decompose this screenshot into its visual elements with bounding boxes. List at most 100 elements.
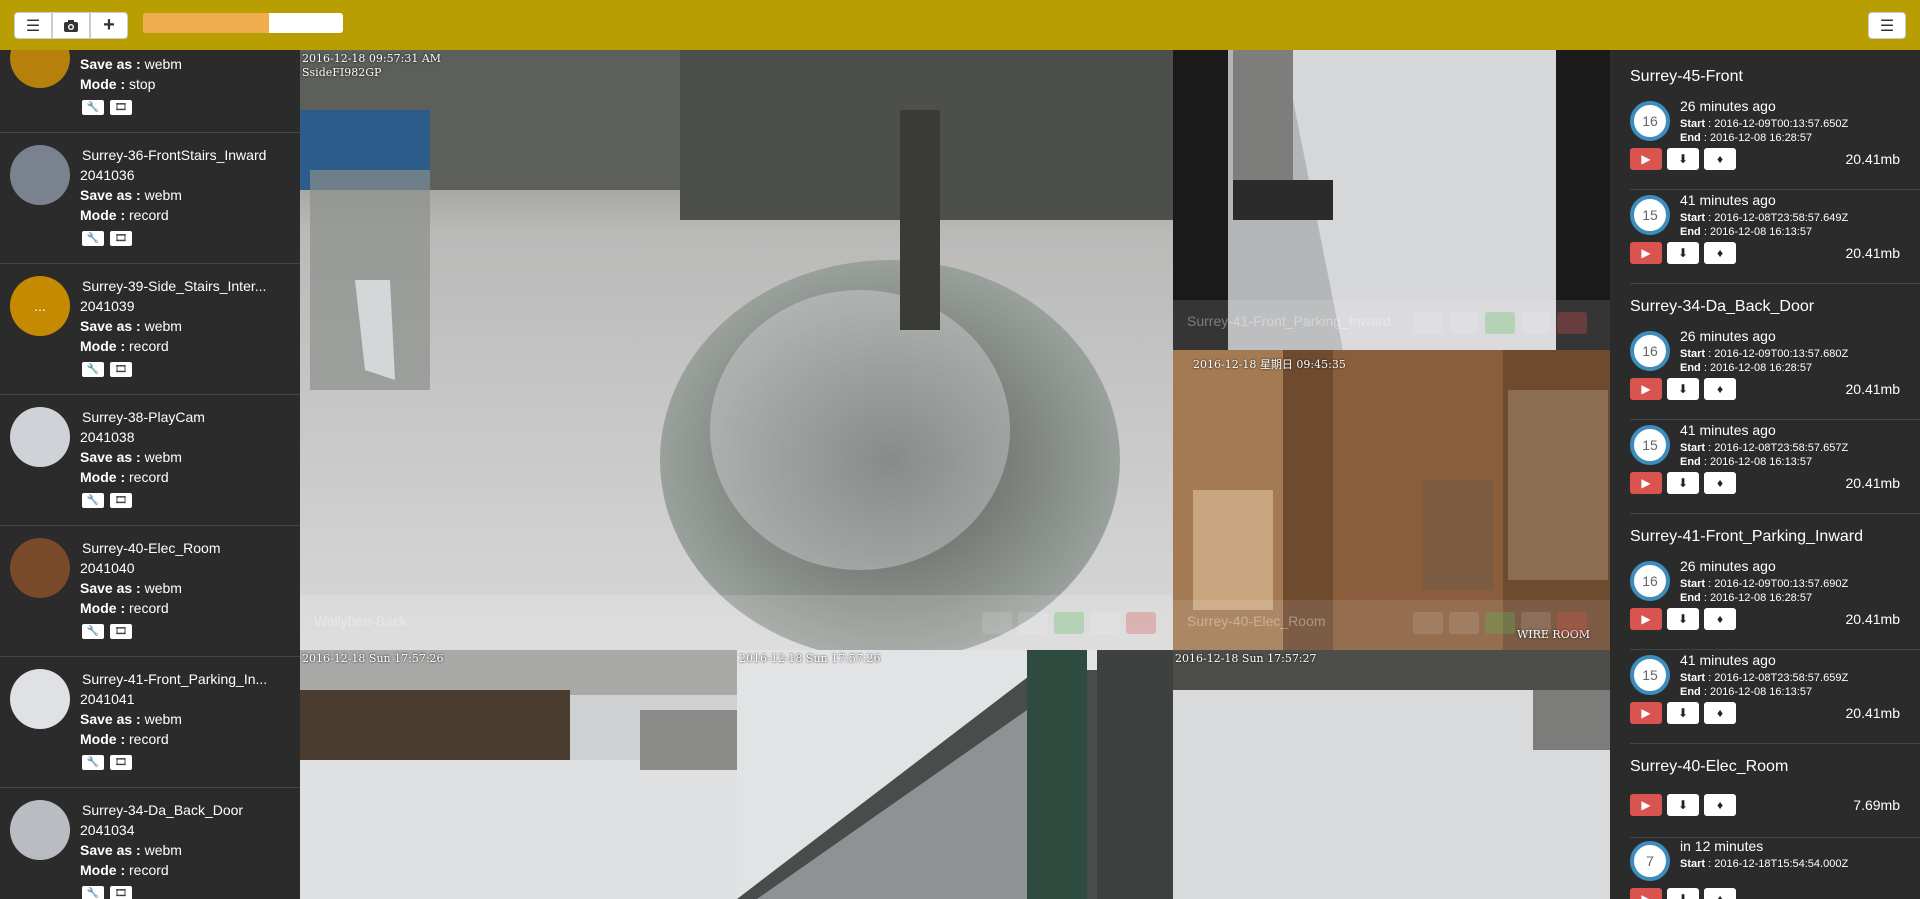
camera-feed-playcam[interactable]: 2016-12-18 Sun 17:57:26	[300, 650, 737, 899]
monitor-item[interactable]: Surrey-38-PlayCam 2041038 Save as : webm Mo…	[0, 395, 300, 526]
film-icon[interactable]: 🎞	[110, 362, 132, 377]
video-count-circle: 7	[1630, 841, 1670, 881]
monitor-item[interactable]: Surrey-40-Elec_Room 2041040 Save as : webm…	[0, 526, 300, 657]
close-icon[interactable]	[1557, 612, 1587, 634]
monitor-actions: 🔧 🎞	[82, 362, 132, 377]
download-button[interactable]: ⬇	[1667, 794, 1699, 816]
download-button[interactable]: ⬇	[1667, 702, 1699, 724]
video-start: Start : 2016-12-09T00:13:57.680Z	[1680, 348, 1849, 360]
monitor-thumbnail[interactable]	[10, 145, 70, 205]
status-icon[interactable]	[1485, 612, 1515, 634]
video-item: 16 26 minutes ago Start : 2016-12-09T00:13…	[1630, 326, 1920, 420]
play-button[interactable]: ▶	[1630, 148, 1662, 170]
play-button[interactable]: ▶	[1630, 702, 1662, 724]
wrench-icon[interactable]: 🔧	[82, 624, 104, 639]
status-icon[interactable]	[1054, 612, 1084, 634]
play-button[interactable]: ▶	[1630, 378, 1662, 400]
mode-value: record	[129, 207, 169, 223]
film-icon[interactable]: 🎞	[110, 493, 132, 508]
status-icon[interactable]	[1485, 312, 1515, 334]
dropbox-button[interactable]: ♦	[1704, 472, 1736, 494]
film-icon[interactable]: 🎞	[110, 886, 132, 899]
dropbox-button[interactable]: ♦	[1704, 608, 1736, 630]
monitor-thumbnail[interactable]	[10, 800, 70, 860]
film-icon[interactable]: 🎞	[110, 100, 132, 115]
monitor-thumbnail[interactable]	[10, 669, 70, 729]
fullscreen-icon[interactable]	[1521, 312, 1551, 334]
film-icon[interactable]: 🎞	[110, 624, 132, 639]
monitor-item[interactable]: Surrey-36-FrontStairs_Inward 2041036 Save …	[0, 133, 300, 264]
video-actions: ▶ ⬇ ♦	[1630, 702, 1736, 724]
monitor-thumbnail[interactable]	[10, 407, 70, 467]
dropbox-button[interactable]: ♦	[1704, 242, 1736, 264]
monitor-item[interactable]: Surrey-41-Front_Parking_In... 2041041 Save…	[0, 657, 300, 788]
close-icon[interactable]	[1557, 312, 1587, 334]
download-button[interactable]: ⬇	[1667, 378, 1699, 400]
download-button[interactable]: ⬇	[1667, 888, 1699, 899]
monitor-id: 2041041	[80, 691, 135, 707]
film-icon[interactable]: 🎞	[110, 755, 132, 770]
close-icon[interactable]	[1126, 612, 1156, 634]
wrench-icon[interactable]: 🔧	[82, 755, 104, 770]
wrench-icon[interactable]: 🔧	[82, 886, 104, 899]
monitor-item[interactable]: Surrey-34-Da_Back_Door 2041034 Save as : w…	[0, 788, 300, 899]
video-start: Start : 2016-12-09T00:13:57.650Z	[1680, 118, 1849, 130]
play-button[interactable]: ▶	[1630, 608, 1662, 630]
dropbox-button[interactable]: ♦	[1704, 702, 1736, 724]
add-monitor-button[interactable]: +	[90, 12, 128, 39]
play-button[interactable]: ▶	[1630, 888, 1662, 899]
wrench-icon[interactable]: 🔧	[82, 493, 104, 508]
right-menu-button[interactable]: ☰	[1868, 12, 1906, 39]
camera-feed-front-parking[interactable]: Surrey-41-Front_Parking_Inward	[1173, 50, 1610, 350]
fullscreen-icon[interactable]	[1521, 612, 1551, 634]
play-button[interactable]: ▶	[1630, 472, 1662, 494]
monitor-item[interactable]: 2041030Save as : webmMode : stop🔧🎞	[0, 50, 300, 133]
wrench-icon[interactable]: 🔧	[82, 231, 104, 246]
thumbnail-text: ...	[34, 298, 46, 314]
monitor-name[interactable]: Surrey-38-PlayCam	[82, 409, 205, 425]
wrench-icon[interactable]	[1449, 612, 1479, 634]
snapshot-icon[interactable]	[982, 612, 1012, 634]
wrench-icon[interactable]	[1449, 312, 1479, 334]
mode-label: Mode :	[80, 469, 126, 485]
monitor-item[interactable]: ... Surrey-39-Side_Stairs_Inter... 2041039…	[0, 264, 300, 395]
snapshot-button[interactable]	[52, 12, 90, 39]
download-button[interactable]: ⬇	[1667, 472, 1699, 494]
snapshot-icon[interactable]	[1413, 312, 1443, 334]
video-time-ago: 26 minutes ago	[1680, 328, 1776, 344]
monitor-name[interactable]: Surrey-34-Da_Back_Door	[82, 802, 243, 818]
monitor-grid: 2016-12-18 09:57:31 AM SsideFI982GP Wall…	[300, 50, 1610, 899]
camera-feed-elec-room[interactable]: 2016-12-18 星期日 09:45:35 WIRE ROOM Surrey…	[1173, 350, 1610, 650]
fullscreen-icon[interactable]	[1090, 612, 1120, 634]
camera-timestamp: 2016-12-18 Sun 17:57:27	[1175, 652, 1317, 665]
start-label: Start	[1680, 118, 1706, 130]
camera-feed-wallybee-back[interactable]: 2016-12-18 09:57:31 AM SsideFI982GP Wall…	[300, 50, 1173, 650]
download-button[interactable]: ⬇	[1667, 242, 1699, 264]
plus-icon: +	[103, 14, 115, 36]
monitor-thumbnail[interactable]	[10, 538, 70, 598]
save-as-value: webm	[144, 56, 182, 72]
film-icon[interactable]: 🎞	[110, 231, 132, 246]
download-button[interactable]: ⬇	[1667, 148, 1699, 170]
dropbox-button[interactable]: ♦	[1704, 888, 1736, 899]
play-button[interactable]: ▶	[1630, 242, 1662, 264]
play-button[interactable]: ▶	[1630, 794, 1662, 816]
monitor-name[interactable]: Surrey-41-Front_Parking_In...	[82, 671, 267, 687]
monitor-name[interactable]: Surrey-40-Elec_Room	[82, 540, 221, 556]
monitor-name[interactable]: Surrey-36-FrontStairs_Inward	[82, 147, 266, 163]
monitor-thumbnail[interactable]	[10, 50, 70, 88]
monitor-save-as: Save as : webm	[80, 711, 182, 727]
dropbox-button[interactable]: ♦	[1704, 378, 1736, 400]
monitor-name[interactable]: Surrey-39-Side_Stairs_Inter...	[82, 278, 266, 294]
snapshot-icon[interactable]	[1413, 612, 1443, 634]
dropbox-button[interactable]: ♦	[1704, 794, 1736, 816]
wrench-icon[interactable]: 🔧	[82, 362, 104, 377]
download-button[interactable]: ⬇	[1667, 608, 1699, 630]
monitor-thumbnail[interactable]: ...	[10, 276, 70, 336]
menu-button[interactable]: ☰	[14, 12, 52, 39]
wrench-icon[interactable]	[1018, 612, 1048, 634]
wrench-icon[interactable]: 🔧	[82, 100, 104, 115]
dropbox-button[interactable]: ♦	[1704, 148, 1736, 170]
camera-feed-back-door[interactable]: 2016-12-18 Sun 17:57:27	[1173, 650, 1610, 899]
camera-feed-front-stairs[interactable]: 2016-12-18 Sun 17:57:26	[737, 650, 1173, 899]
